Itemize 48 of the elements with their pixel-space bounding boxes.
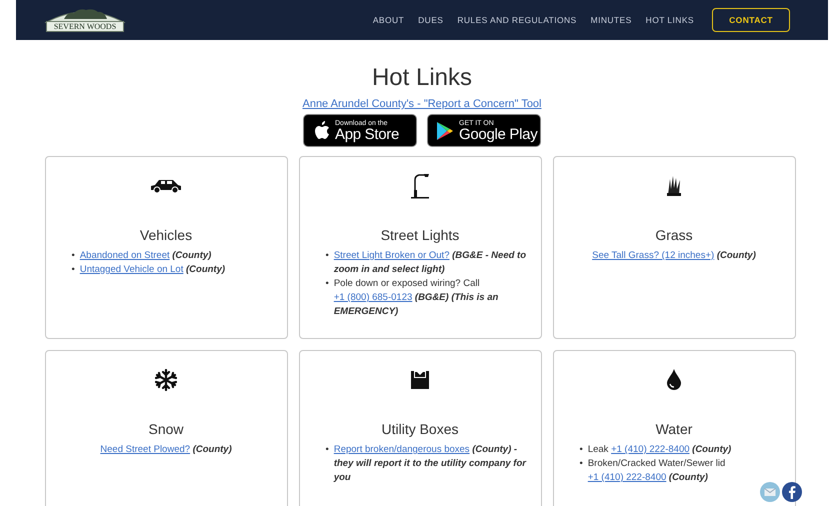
- card-text: See Tall Grass? (12 inches+) (County): [592, 249, 756, 263]
- bullet: •: [580, 443, 583, 457]
- link[interactable]: +1 (410) 222-8400: [611, 444, 690, 455]
- nav-link[interactable]: HOT LINKS: [646, 15, 694, 25]
- grass-icon: [666, 175, 682, 197]
- card-title: Vehicles: [140, 227, 192, 243]
- street-lamp-icon: [410, 173, 430, 199]
- nav-link[interactable]: MINUTES: [590, 15, 632, 25]
- list-item: Leak +1 (410) 222-8400 (County): [588, 443, 732, 457]
- contact-button[interactable]: CONTACT: [712, 8, 790, 32]
- link[interactable]: Report broken/dangerous boxes: [334, 444, 470, 455]
- link[interactable]: Untagged Vehicle on Lot: [80, 264, 184, 275]
- card-title: Utility Boxes: [381, 421, 459, 437]
- bullet: •: [326, 277, 329, 291]
- link[interactable]: Abandoned on Street: [80, 250, 170, 261]
- water-drop-icon: [666, 369, 682, 391]
- car-icon: [149, 178, 183, 194]
- card-title: Snow: [148, 421, 184, 437]
- snowflake-icon: [155, 369, 177, 391]
- card-title: Street Lights: [380, 227, 460, 243]
- card-title: Grass: [655, 227, 693, 243]
- list-item: Broken/Cracked Water/Sewer lid +1 (410) 222-8400 (County): [588, 457, 726, 485]
- link[interactable]: See Tall Grass? (12 inches+): [592, 250, 714, 261]
- list-item: Pole down or exposed wiring? Call +1 (800) 685-0123 (BG&E) (This is an EMERGENCY): [334, 277, 500, 319]
- tool-link[interactable]: Anne Arundel County's - "Report a Concern" Tool: [302, 98, 542, 110]
- bullet: •: [326, 249, 329, 263]
- logo[interactable]: SEVERN WOODS: [44, 7, 126, 33]
- link[interactable]: Street Light Broken or Out?: [334, 250, 450, 261]
- utility-box-icon: [409, 370, 431, 390]
- page-title: Hot Links: [372, 64, 472, 92]
- bullet: •: [72, 249, 75, 263]
- list-item: Report broken/dangerous boxes (County) - they will report it to the utility company for you: [334, 443, 526, 485]
- list-item: Street Light Broken or Out? (BG&E - Need to zoom in and select light): [334, 249, 526, 277]
- link[interactable]: Need Street Plowed?: [100, 444, 190, 455]
- link[interactable]: +1 (800) 685-0123: [334, 292, 412, 303]
- facebook-icon[interactable]: [782, 482, 802, 502]
- card-title: Water: [656, 421, 692, 437]
- bullet: •: [326, 443, 329, 457]
- list-item: Untagged Vehicle on Lot (County): [80, 263, 226, 277]
- link[interactable]: +1 (410) 222-8400: [588, 472, 666, 483]
- list-item: Abandoned on Street (County): [80, 249, 212, 263]
- logo-text: SEVERN WOODS: [46, 21, 124, 32]
- card-text: Need Street Plowed? (County): [100, 443, 232, 457]
- bullet: •: [72, 263, 75, 277]
- nav-link[interactable]: RULES AND REGULATIONS: [457, 15, 577, 25]
- bullet: •: [580, 457, 583, 471]
- nav-link[interactable]: DUES: [418, 15, 444, 25]
- nav-link[interactable]: ABOUT: [372, 15, 404, 25]
